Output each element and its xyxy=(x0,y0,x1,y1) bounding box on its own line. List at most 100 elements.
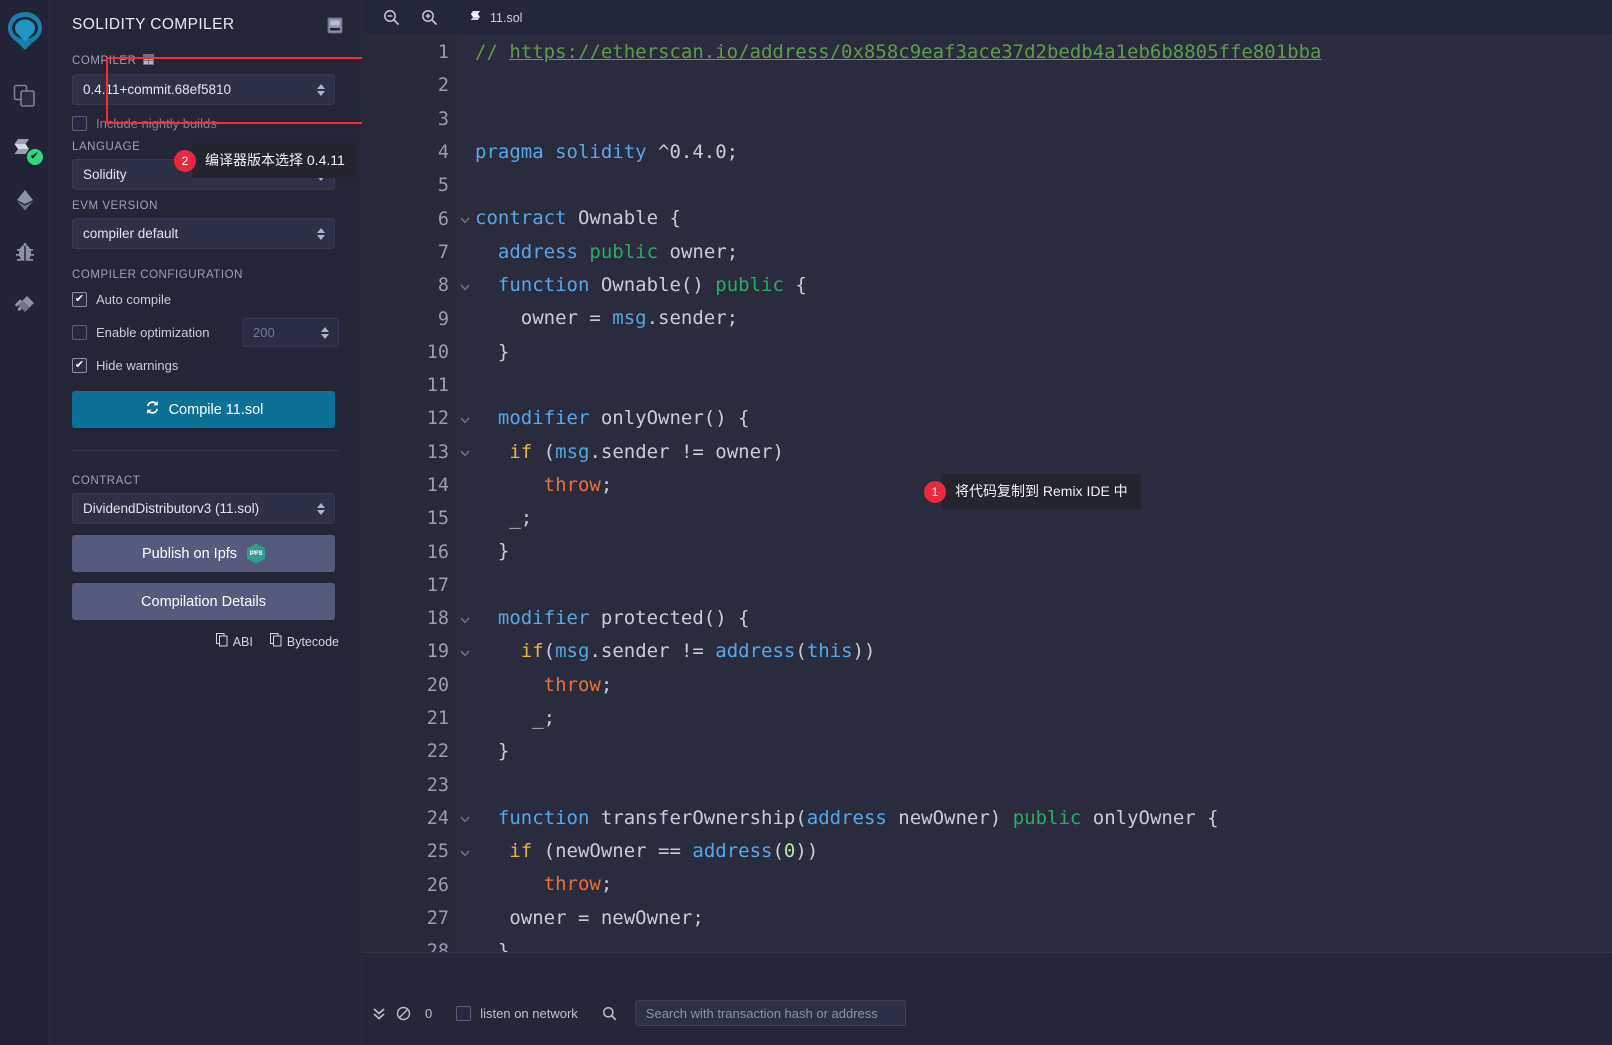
publish-on-ipfs-button[interactable]: Publish on Ipfs IPFS xyxy=(72,535,335,572)
search-icon[interactable] xyxy=(602,1006,617,1021)
code-line[interactable]: 16 } xyxy=(362,535,1612,569)
sidebar-item-file-explorer[interactable] xyxy=(4,70,46,122)
hide-warnings-checkbox[interactable]: ✔ xyxy=(72,358,87,373)
code-line[interactable]: 9 owner = msg.sender; xyxy=(362,302,1612,336)
copy-links-row: ABI Bytecode xyxy=(72,633,339,650)
code-line[interactable]: 27 owner = newOwner; xyxy=(362,901,1612,936)
contract-select[interactable]: DividendDistributorv3 (11.sol) xyxy=(72,493,335,524)
abi-label: ABI xyxy=(232,634,253,649)
line-number: 10 xyxy=(426,341,449,363)
line-number: 9 xyxy=(437,308,449,330)
compilation-details-button[interactable]: Compilation Details xyxy=(72,583,335,620)
page-title: SOLIDITY COMPILER xyxy=(72,16,235,33)
auto-compile-checkbox[interactable]: ✔ xyxy=(72,292,87,307)
line-number-gutter: 28 xyxy=(362,935,457,952)
optimization-runs-input[interactable]: 200 xyxy=(242,318,339,347)
include-nightly-builds-checkbox[interactable] xyxy=(72,116,87,131)
sidebar-item-plugin-manager[interactable] xyxy=(4,278,46,330)
code-line-text xyxy=(457,369,486,402)
annotation-1-number: 1 xyxy=(924,480,946,503)
code-line[interactable]: 26 throw; xyxy=(362,868,1612,902)
code-line[interactable]: 21 _; xyxy=(362,701,1612,736)
sidebar-item-deploy-run[interactable] xyxy=(4,174,46,226)
chevron-updown-icon xyxy=(317,83,325,96)
code-line[interactable]: 18 modifier protected() { xyxy=(362,602,1612,636)
hide-warnings-row[interactable]: ✔ Hide warnings xyxy=(72,358,339,373)
editor-tab-11-sol[interactable]: 11.sol xyxy=(460,0,536,36)
code-line[interactable]: 3 xyxy=(362,102,1612,136)
chevron-updown-icon[interactable] xyxy=(321,326,329,339)
enable-optimization-checkbox[interactable] xyxy=(72,325,87,340)
evm-version-value: compiler default xyxy=(83,226,179,241)
fold-chevron-icon[interactable] xyxy=(459,413,471,425)
sidebar-item-debugger[interactable] xyxy=(4,226,46,278)
editor-tab-bar: 11.sol xyxy=(362,0,1612,36)
fold-chevron-icon[interactable] xyxy=(459,213,471,225)
enable-optimization-row[interactable]: Enable optimization 200 xyxy=(72,318,339,347)
fold-chevron-icon[interactable] xyxy=(459,446,471,458)
code-line-text: address public owner; xyxy=(497,240,739,263)
code-line[interactable]: 25 if (newOwner == address(0)) xyxy=(362,835,1612,869)
fold-chevron-icon[interactable] xyxy=(459,613,471,625)
line-number-gutter: 25 xyxy=(362,835,470,869)
fold-chevron-icon[interactable] xyxy=(459,846,471,858)
listen-on-network-checkbox[interactable] xyxy=(456,1005,472,1021)
sidebar-item-solidity-compiler[interactable]: ✔ xyxy=(4,122,46,174)
chevron-updown-icon xyxy=(317,227,325,240)
line-number-gutter: 12 xyxy=(362,402,470,436)
line-number: 27 xyxy=(426,907,449,929)
line-number-gutter: 8 xyxy=(362,269,470,303)
transaction-search-input[interactable]: Search with transaction hash or address xyxy=(634,1000,906,1026)
double-chevron-down-icon[interactable] xyxy=(372,1006,386,1021)
code-line-text xyxy=(457,569,486,602)
line-number-gutter: 26 xyxy=(362,868,457,902)
code-line[interactable]: 17 xyxy=(362,568,1612,603)
line-number-gutter: 13 xyxy=(362,435,470,469)
line-number: 12 xyxy=(426,408,449,430)
settings-grid-icon[interactable] xyxy=(143,54,155,68)
code-line[interactable]: 10 } xyxy=(362,335,1612,369)
icon-sidebar: ✔ xyxy=(0,0,50,1045)
code-line[interactable]: 4 pragma solidity ^0.4.0; xyxy=(362,135,1612,170)
evm-version-select[interactable]: compiler default xyxy=(72,218,335,249)
fold-chevron-icon[interactable] xyxy=(459,812,471,824)
code-line[interactable]: 8 function Ownable() public { xyxy=(362,269,1612,303)
code-line-text: if (msg.sender != owner) xyxy=(509,440,784,463)
code-line[interactable]: 23 xyxy=(362,768,1612,802)
line-number: 23 xyxy=(426,774,449,796)
code-line[interactable]: 12 modifier onlyOwner() { xyxy=(362,402,1612,436)
compiler-version-select[interactable]: 0.4.11+commit.68ef5810 xyxy=(72,74,335,105)
include-nightly-builds-row[interactable]: Include nightly builds xyxy=(72,116,339,131)
fold-chevron-icon[interactable] xyxy=(459,280,471,292)
line-number: 7 xyxy=(437,241,449,263)
terminal-panel: 0 listen on network Search with transact… xyxy=(362,952,1612,1045)
code-line[interactable]: 28 } xyxy=(362,935,1612,952)
code-line[interactable]: 24 function transferOwnership(address ne… xyxy=(362,801,1612,836)
listen-on-network-row[interactable]: listen on network xyxy=(456,1005,578,1021)
code-line[interactable]: 19 if(msg.sender != address(this)) xyxy=(362,635,1612,669)
clear-console-ban-icon[interactable] xyxy=(396,1006,411,1021)
copy-abi-button[interactable]: ABI xyxy=(215,633,253,650)
documentation-book-icon[interactable] xyxy=(327,17,343,34)
code-line[interactable]: 20 throw; xyxy=(362,668,1612,702)
auto-compile-row[interactable]: ✔ Auto compile xyxy=(72,292,339,307)
code-line[interactable]: 7 address public owner; xyxy=(362,235,1612,270)
line-number: 1 xyxy=(437,42,449,64)
line-number: 3 xyxy=(437,108,449,130)
code-line[interactable]: 11 xyxy=(362,368,1612,403)
line-number: 20 xyxy=(426,674,449,696)
compile-button[interactable]: Compile 11.sol xyxy=(72,391,335,428)
compiler-section-label: COMPILER xyxy=(72,54,339,68)
copy-bytecode-button[interactable]: Bytecode xyxy=(269,633,339,650)
code-line[interactable]: 5 xyxy=(362,169,1612,203)
zoom-out-icon[interactable] xyxy=(376,3,406,33)
zoom-in-icon[interactable] xyxy=(414,3,444,33)
code-line[interactable]: 1 // https://etherscan.io/address/0x858c9… xyxy=(362,36,1612,70)
code-line[interactable]: 6 contract Ownable { xyxy=(362,202,1612,236)
code-line[interactable]: 22 } xyxy=(362,735,1612,769)
transaction-search-placeholder: Search with transaction hash or address xyxy=(645,1005,878,1021)
code-line[interactable]: 2 xyxy=(362,69,1612,103)
fold-chevron-icon[interactable] xyxy=(459,646,471,658)
code-line[interactable]: 13 if (msg.sender != owner) xyxy=(362,435,1612,469)
code-line-text: } xyxy=(497,740,510,763)
